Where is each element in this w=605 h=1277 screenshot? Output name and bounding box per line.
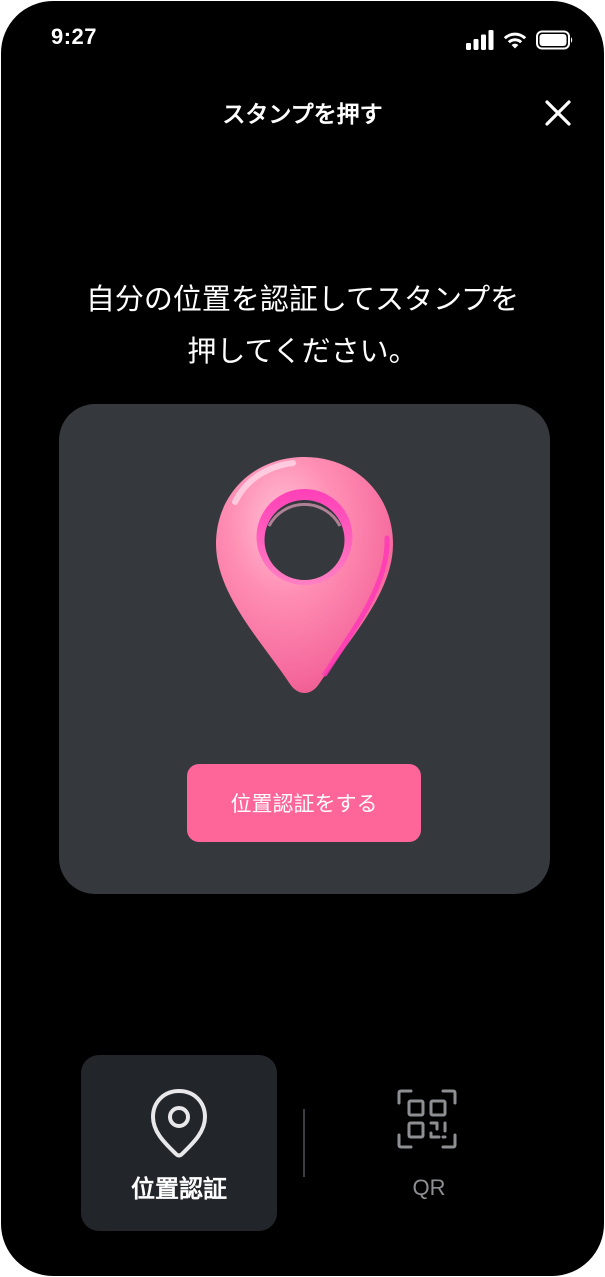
- tab-label: 位置認証: [131, 1175, 227, 1203]
- close-icon: [545, 100, 571, 126]
- location-auth-card: 位置認証をする: [59, 404, 550, 894]
- status-time: 9:27: [51, 24, 98, 49]
- close-button[interactable]: [542, 97, 574, 129]
- location-pin-icon: [216, 457, 393, 693]
- tab-label: QR: [412, 1175, 446, 1200]
- qr-scan-icon: [397, 1089, 457, 1149]
- page-title: スタンプを押す: [222, 102, 383, 128]
- tab-qr[interactable]: QR: [331, 1055, 527, 1231]
- wifi-icon: [503, 32, 527, 49]
- status-icons: [466, 29, 574, 51]
- instruction-line-2: 押してください。: [187, 334, 418, 368]
- verify-location-button[interactable]: 位置認証をする: [187, 764, 421, 842]
- app-screen: 9:27 スタンプを押す 自分の位置を認証してスタンプを 押してください。 位置…: [1, 1, 604, 1276]
- battery-icon: [536, 30, 573, 50]
- tab-divider: [303, 1109, 305, 1177]
- location-pin-icon: [150, 1088, 208, 1158]
- instruction-line-1: 自分の位置を認証してスタンプを: [85, 282, 520, 316]
- instruction-text: 自分の位置を認証してスタンプを 押してください。: [1, 273, 604, 377]
- tab-location-auth[interactable]: 位置認証: [81, 1055, 277, 1231]
- signal-icon: [466, 30, 494, 50]
